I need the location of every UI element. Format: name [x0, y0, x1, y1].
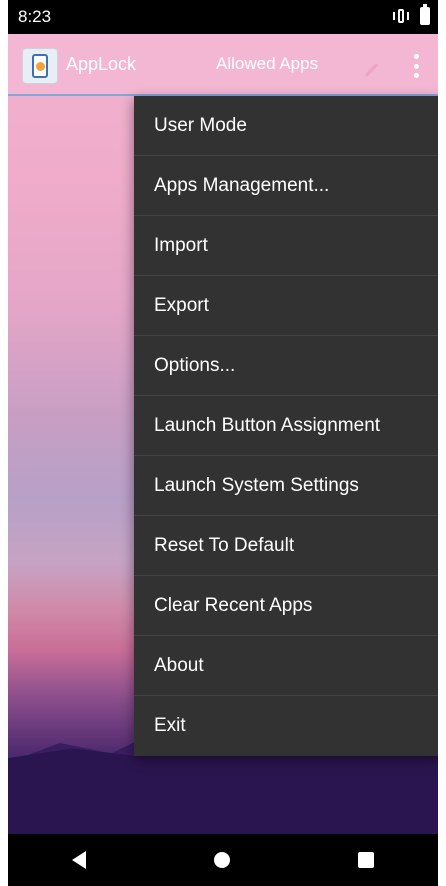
recents-icon[interactable] [358, 852, 374, 868]
vibrate-icon [392, 7, 410, 25]
overflow-menu: User Mode Apps Management... Import Expo… [134, 96, 438, 756]
device-frame: 8:23 AppLock Allowed Apps User Mode Apps… [8, 0, 438, 886]
menu-item-launch-system-settings[interactable]: Launch System Settings [134, 456, 438, 516]
applock-logo-icon [22, 48, 58, 84]
overflow-menu-icon[interactable] [404, 52, 428, 80]
menu-item-user-mode[interactable]: User Mode [134, 96, 438, 156]
battery-icon [420, 4, 430, 25]
menu-item-launch-button-assignment[interactable]: Launch Button Assignment [134, 396, 438, 456]
status-icons [392, 4, 430, 25]
status-bar: 8:23 [8, 0, 438, 34]
menu-item-about[interactable]: About [134, 636, 438, 696]
menu-item-exit[interactable]: Exit [134, 696, 438, 756]
menu-item-reset-to-default[interactable]: Reset To Default [134, 516, 438, 576]
app-bar: AppLock Allowed Apps [8, 34, 438, 96]
home-icon[interactable] [214, 852, 230, 868]
status-time: 8:23 [18, 7, 52, 26]
edit-icon[interactable] [364, 63, 379, 78]
menu-item-options[interactable]: Options... [134, 336, 438, 396]
menu-item-clear-recent-apps[interactable]: Clear Recent Apps [134, 576, 438, 636]
menu-item-import[interactable]: Import [134, 216, 438, 276]
menu-item-apps-management[interactable]: Apps Management... [134, 156, 438, 216]
menu-item-export[interactable]: Export [134, 276, 438, 336]
app-title: AppLock [66, 54, 137, 74]
app-subtitle: Allowed Apps [216, 54, 319, 73]
back-icon[interactable] [72, 851, 86, 869]
navigation-bar [8, 834, 438, 886]
